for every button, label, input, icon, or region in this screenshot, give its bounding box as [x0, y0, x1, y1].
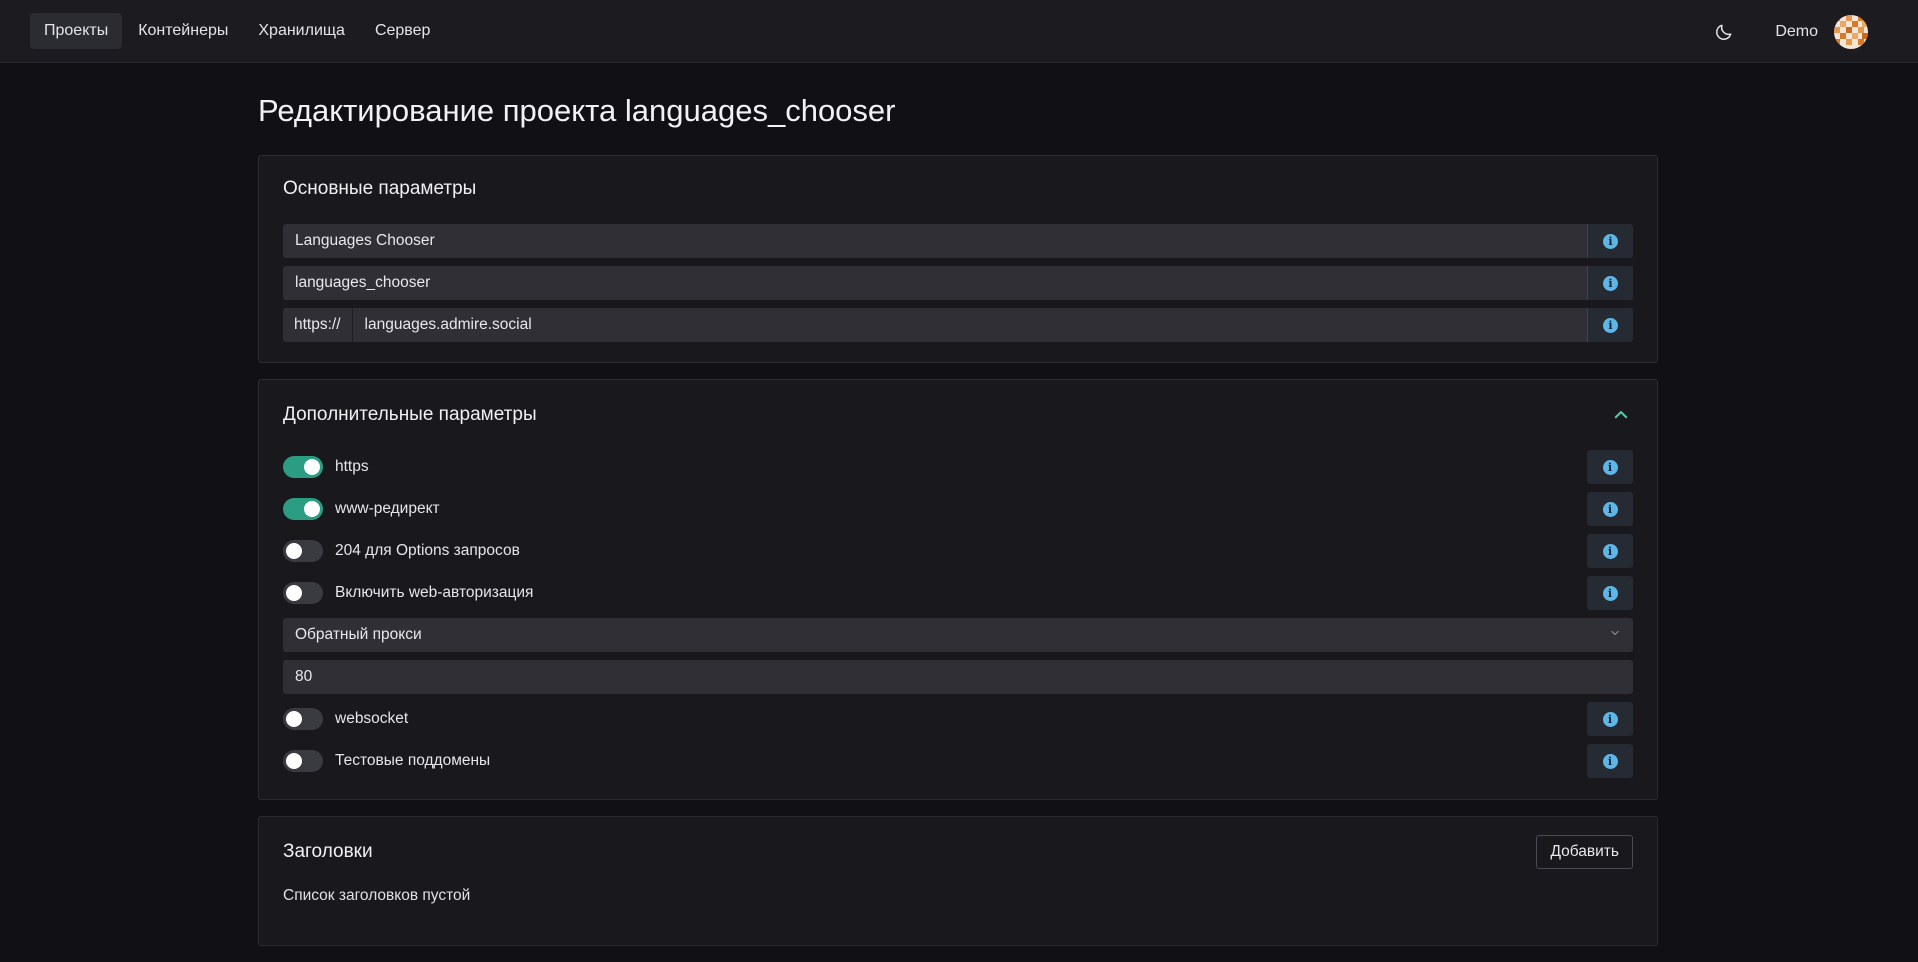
chevron-down-icon	[1609, 626, 1621, 644]
moon-icon[interactable]	[1713, 21, 1735, 43]
advanced-params-card: Дополнительные параметры https i www-ред…	[258, 379, 1658, 800]
info-button[interactable]: i	[1587, 224, 1633, 258]
info-button[interactable]: i	[1587, 266, 1633, 300]
info-button[interactable]: i	[1587, 702, 1633, 736]
toggle-label: Включить web-авторизация	[335, 584, 534, 601]
top-navbar: Проекты Контейнеры Хранилища Сервер Demo	[0, 0, 1918, 63]
headers-title: Заголовки	[283, 841, 373, 862]
web-auth-toggle[interactable]	[283, 582, 323, 604]
info-icon: i	[1602, 501, 1618, 517]
user-area: Demo	[1713, 0, 1868, 63]
test-subdomains-toggle[interactable]	[283, 750, 323, 772]
toggle-row-options-204: 204 для Options запросов i	[283, 534, 1633, 568]
project-name-field: Languages Chooser i	[283, 224, 1633, 258]
info-button[interactable]: i	[1587, 744, 1633, 778]
proxy-type-select[interactable]: Обратный прокси	[283, 618, 1633, 652]
info-icon: i	[1603, 317, 1618, 333]
headers-empty-text: Список заголовков пустой	[283, 887, 471, 904]
toggle-row-web-auth: Включить web-авторизация i	[283, 576, 1633, 610]
project-slug-field: languages_chooser i	[283, 266, 1633, 300]
info-icon: i	[1602, 753, 1618, 769]
nav-item-storages[interactable]: Хранилища	[244, 13, 359, 49]
info-icon: i	[1602, 459, 1618, 475]
toggle-row-test-subdomains: Тестовые поддомены i	[283, 744, 1633, 778]
project-slug-input[interactable]: languages_chooser	[283, 266, 1587, 300]
nav-item-projects[interactable]: Проекты	[30, 13, 123, 49]
info-button[interactable]: i	[1587, 492, 1633, 526]
https-toggle[interactable]	[283, 456, 323, 478]
www-redirect-toggle[interactable]	[283, 498, 323, 520]
domain-input[interactable]: languages.admire.social	[353, 308, 1587, 342]
user-name[interactable]: Demo	[1775, 23, 1818, 41]
advanced-params-title: Дополнительные параметры	[283, 404, 537, 425]
toggle-label: 204 для Options запросов	[335, 542, 520, 559]
headers-card: Заголовки Добавить Список заголовков пус…	[258, 816, 1658, 946]
proxy-type-value: Обратный прокси	[295, 626, 422, 643]
toggle-label: https	[335, 458, 369, 475]
port-input[interactable]: 80	[283, 660, 1633, 694]
info-button[interactable]: i	[1587, 576, 1633, 610]
domain-field: https:// languages.admire.social i	[283, 308, 1633, 342]
toggle-label: www-редирект	[335, 500, 440, 517]
info-icon: i	[1602, 711, 1618, 727]
info-icon: i	[1603, 233, 1618, 249]
info-icon: i	[1602, 543, 1618, 559]
info-icon: i	[1602, 585, 1618, 601]
options-204-toggle[interactable]	[283, 540, 323, 562]
project-name-input[interactable]: Languages Chooser	[283, 224, 1587, 258]
toggle-row-https: https i	[283, 450, 1633, 484]
basic-params-title: Основные параметры	[283, 178, 477, 199]
chevron-up-icon[interactable]	[1609, 403, 1633, 427]
info-icon: i	[1603, 275, 1618, 291]
info-button[interactable]: i	[1587, 450, 1633, 484]
nav-item-containers[interactable]: Контейнеры	[124, 13, 242, 49]
main-nav: Проекты Контейнеры Хранилища Сервер	[30, 13, 444, 49]
toggle-label: Тестовые поддомены	[335, 752, 491, 769]
websocket-toggle[interactable]	[283, 708, 323, 730]
toggle-row-www-redirect: www-редирект i	[283, 492, 1633, 526]
domain-prefix: https://	[283, 308, 353, 342]
toggle-row-websocket: websocket i	[283, 702, 1633, 736]
page-title: Редактирование проекта languages_chooser	[258, 93, 896, 128]
main-content: Редактирование проекта languages_chooser…	[258, 63, 1658, 962]
toggle-label: websocket	[335, 710, 409, 727]
basic-params-card: Основные параметры Languages Chooser i l…	[258, 155, 1658, 363]
add-header-button[interactable]: Добавить	[1536, 835, 1633, 869]
info-button[interactable]: i	[1587, 308, 1633, 342]
info-button[interactable]: i	[1587, 534, 1633, 568]
nav-item-server[interactable]: Сервер	[361, 13, 444, 49]
avatar[interactable]	[1834, 14, 1868, 49]
